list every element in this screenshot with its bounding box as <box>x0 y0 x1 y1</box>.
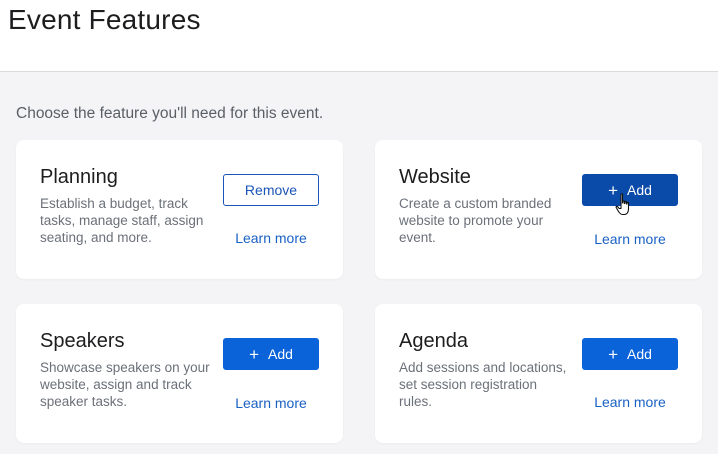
card-title: Website <box>399 166 471 188</box>
card-title: Speakers <box>40 330 125 352</box>
card-description: Create a custom branded website to promo… <box>399 196 552 245</box>
add-button[interactable]: + Add <box>223 338 319 370</box>
button-label: Add <box>627 346 652 362</box>
learn-more-link[interactable]: Learn more <box>223 230 319 246</box>
plus-icon: + <box>249 344 259 364</box>
feature-card-website: Website Create a custom branded website … <box>375 140 702 279</box>
learn-more-link[interactable]: Learn more <box>582 231 678 247</box>
plus-icon: + <box>608 344 618 364</box>
card-description: Establish a budget, track tasks, manage … <box>40 196 204 245</box>
page-header: Event Features <box>0 0 718 72</box>
card-description: Showcase speakers on your website, assig… <box>40 360 210 409</box>
hand-pointer-icon <box>615 193 630 216</box>
add-button[interactable]: + Add <box>582 338 678 370</box>
feature-card-agenda: Agenda Add sessions and locations, set s… <box>375 304 702 443</box>
page-subtitle: Choose the feature you'll need for this … <box>16 105 324 122</box>
card-description: Add sessions and locations, set session … <box>399 360 567 409</box>
feature-card-planning: Planning Establish a budget, track tasks… <box>16 140 343 279</box>
page-title: Event Features <box>8 4 201 35</box>
learn-more-link[interactable]: Learn more <box>582 394 678 410</box>
card-title: Planning <box>40 166 118 188</box>
learn-more-link[interactable]: Learn more <box>223 395 319 411</box>
button-label: Add <box>268 346 293 362</box>
button-label: Remove <box>244 182 298 198</box>
feature-card-speakers: Speakers Showcase speakers on your websi… <box>16 304 343 443</box>
remove-button[interactable]: Remove <box>223 174 319 206</box>
card-title: Agenda <box>399 330 468 352</box>
